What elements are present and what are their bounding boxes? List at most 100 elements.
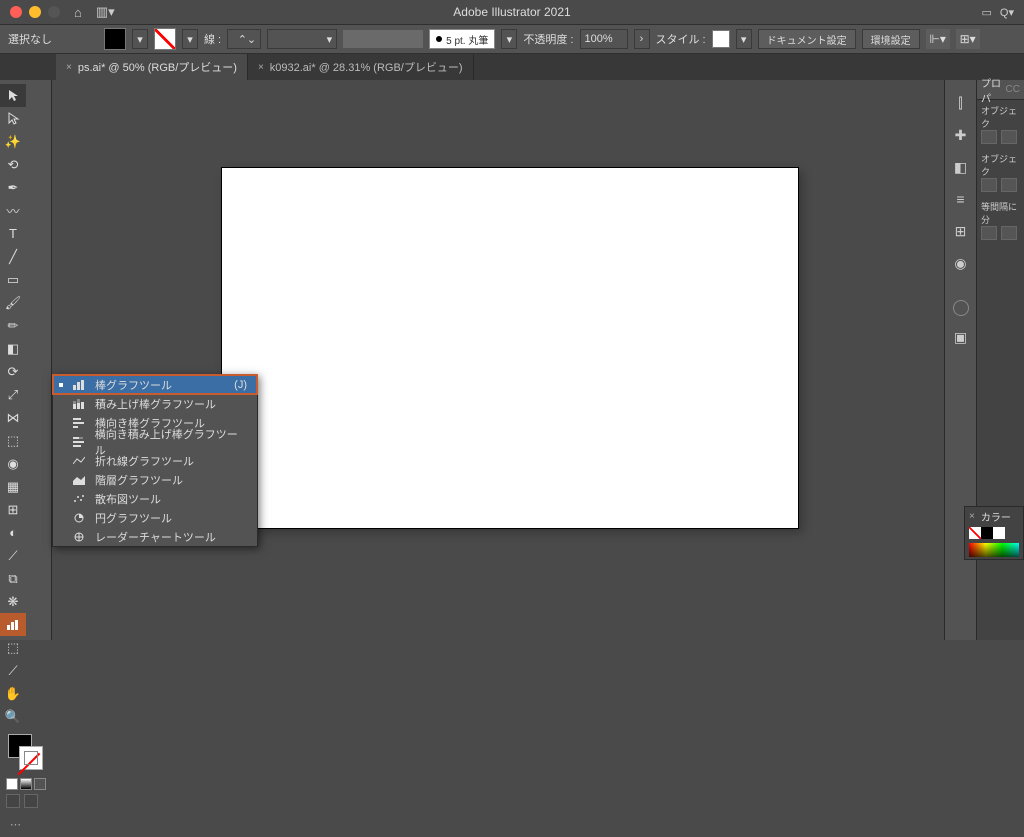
tab-properties[interactable]: プロパ [981,75,1003,105]
tab-cc[interactable]: CC [1006,84,1020,95]
gradient-mode[interactable] [20,778,32,790]
brushes-icon[interactable]: ≡ [950,188,972,210]
edit-toolbar[interactable]: ⋯ [0,812,31,837]
style-dropdown[interactable]: ▾ [736,29,752,49]
align-btn[interactable] [981,178,997,192]
fill-dropdown[interactable]: ▾ [132,29,148,49]
opacity-value[interactable]: 100% [580,29,628,49]
search-icon[interactable]: Q▾ [1000,6,1014,19]
paintbrush-tool[interactable]: 🖌 [0,291,26,314]
none-swatch[interactable] [969,527,981,539]
libraries-icon[interactable]: ✚ [950,124,972,146]
artboard[interactable] [222,168,798,528]
color-swatch-row [965,525,1023,541]
zoom-tool[interactable]: 🔍 [0,705,26,728]
panel-icon[interactable]: ⫿ [950,92,972,114]
line-tool[interactable]: ╱ [0,245,26,268]
opacity-dropdown[interactable]: › [634,29,650,49]
stroke-dropdown[interactable]: ▾ [182,29,198,49]
section-label: オブジェク [981,104,1020,130]
workspace-icon[interactable]: ▭ [982,6,992,19]
align-btn[interactable] [1001,178,1017,192]
black-swatch[interactable] [981,527,993,539]
white-swatch[interactable] [993,527,1005,539]
perspective-tool[interactable]: ▦ [0,475,26,498]
flyout-item-area[interactable]: 階層グラフツール [53,470,257,489]
panel-tabs[interactable]: プロパ CC [977,80,1024,100]
transform-icon[interactable]: ⊞▾ [956,29,980,49]
none-mode[interactable] [34,778,46,790]
style-swatch[interactable] [712,30,730,48]
flyout-item-scatter[interactable]: 散布図ツール [53,489,257,508]
scale-tool[interactable]: ⤢ [0,383,26,406]
magic-wand-tool[interactable]: ✨ [0,130,26,153]
color-spectrum[interactable] [969,543,1019,557]
graph-tool[interactable] [0,613,26,636]
symbols-icon[interactable]: ⊞ [950,220,972,242]
arrange-icon[interactable]: ▥▾ [96,4,115,20]
stroke-weight[interactable]: ⌃⌄ [227,29,261,49]
minimize-window[interactable] [29,6,41,18]
selection-tool[interactable] [0,84,26,107]
mesh-tool[interactable]: ⊞ [0,498,26,521]
align-btn[interactable] [981,130,997,144]
curvature-tool[interactable]: 〰 [0,199,26,222]
stroke-color[interactable] [19,746,43,770]
stroke-swatch[interactable] [154,28,176,50]
color-mode[interactable] [6,778,18,790]
gradient-tool[interactable]: ◐ [0,521,26,544]
eyedropper-tool[interactable]: ⟋ [0,544,26,567]
dist-btn[interactable] [981,226,997,240]
lasso-tool[interactable]: ⟲ [0,153,26,176]
shape-builder-tool[interactable]: ◉ [0,452,26,475]
rotate-tool[interactable]: ⟳ [0,360,26,383]
flyout-item-radar[interactable]: レーダーチャートツール [53,527,257,546]
artboard-tool[interactable]: ⬚ [0,636,26,659]
align-row [981,130,1020,144]
home-icon[interactable]: ⌂ [74,5,82,20]
direct-selection-tool[interactable] [0,107,26,130]
maximize-window[interactable] [48,6,60,18]
doc-tab-inactive[interactable]: × k0932.ai* @ 28.31% (RGB/プレビュー) [248,54,474,80]
flyout-item-stacked-bar[interactable]: 横向き積み上げ棒グラフツール [53,432,257,451]
blend-tool[interactable]: ⧉ [0,567,26,590]
close-tab-icon[interactable]: × [66,62,72,73]
doc-setup-button[interactable]: ドキュメント設定 [758,29,856,49]
brush-dropdown[interactable]: ▾ [501,29,517,49]
color-guide-icon[interactable] [953,300,969,316]
draw-mode[interactable] [6,794,20,808]
fill-swatch[interactable] [104,28,126,50]
appearance-icon[interactable]: ◉ [950,252,972,274]
flyout-item-stacked-column[interactable]: 積み上げ棒グラフツール [53,394,257,413]
canvas-area[interactable] [52,80,944,640]
fill-stroke-colors[interactable] [8,734,43,770]
pen-tool[interactable]: ✒ [0,176,26,199]
stroke-profile[interactable]: ▾ [267,29,337,49]
dist-btn[interactable] [1001,226,1017,240]
screen-mode[interactable] [24,794,38,808]
layers-icon[interactable]: ▣ [950,326,972,348]
slice-tool[interactable]: ⟋ [0,659,26,682]
close-panel-icon[interactable]: × [969,511,975,522]
close-window[interactable] [10,6,22,18]
flyout-item-column-graph[interactable]: 棒グラフツール (J) [53,375,257,394]
align-btn[interactable] [1001,130,1017,144]
free-transform-tool[interactable]: ⬚ [0,429,26,452]
brush-select[interactable]: 5 pt. 丸筆 [429,29,495,49]
symbol-sprayer-tool[interactable]: ❋ [0,590,26,613]
flyout-item-pie[interactable]: 円グラフツール [53,508,257,527]
shaper-tool[interactable]: ✏ [0,314,26,337]
color-tab-label[interactable]: カラー [981,509,1011,524]
prefs-button[interactable]: 環境設定 [862,29,920,49]
type-tool[interactable]: T [0,222,26,245]
selection-status: 選択なし [8,31,52,47]
swatches-icon[interactable]: ◧ [950,156,972,178]
align-icon[interactable]: ⊩▾ [926,29,950,49]
rectangle-tool[interactable]: ▭ [0,268,26,291]
eraser-tool[interactable]: ◧ [0,337,26,360]
brush-preview[interactable] [343,30,423,48]
close-tab-icon[interactable]: × [258,62,264,73]
doc-tab-active[interactable]: × ps.ai* @ 50% (RGB/プレビュー) [56,54,248,80]
width-tool[interactable]: ⋈ [0,406,26,429]
hand-tool[interactable]: ✋ [0,682,26,705]
